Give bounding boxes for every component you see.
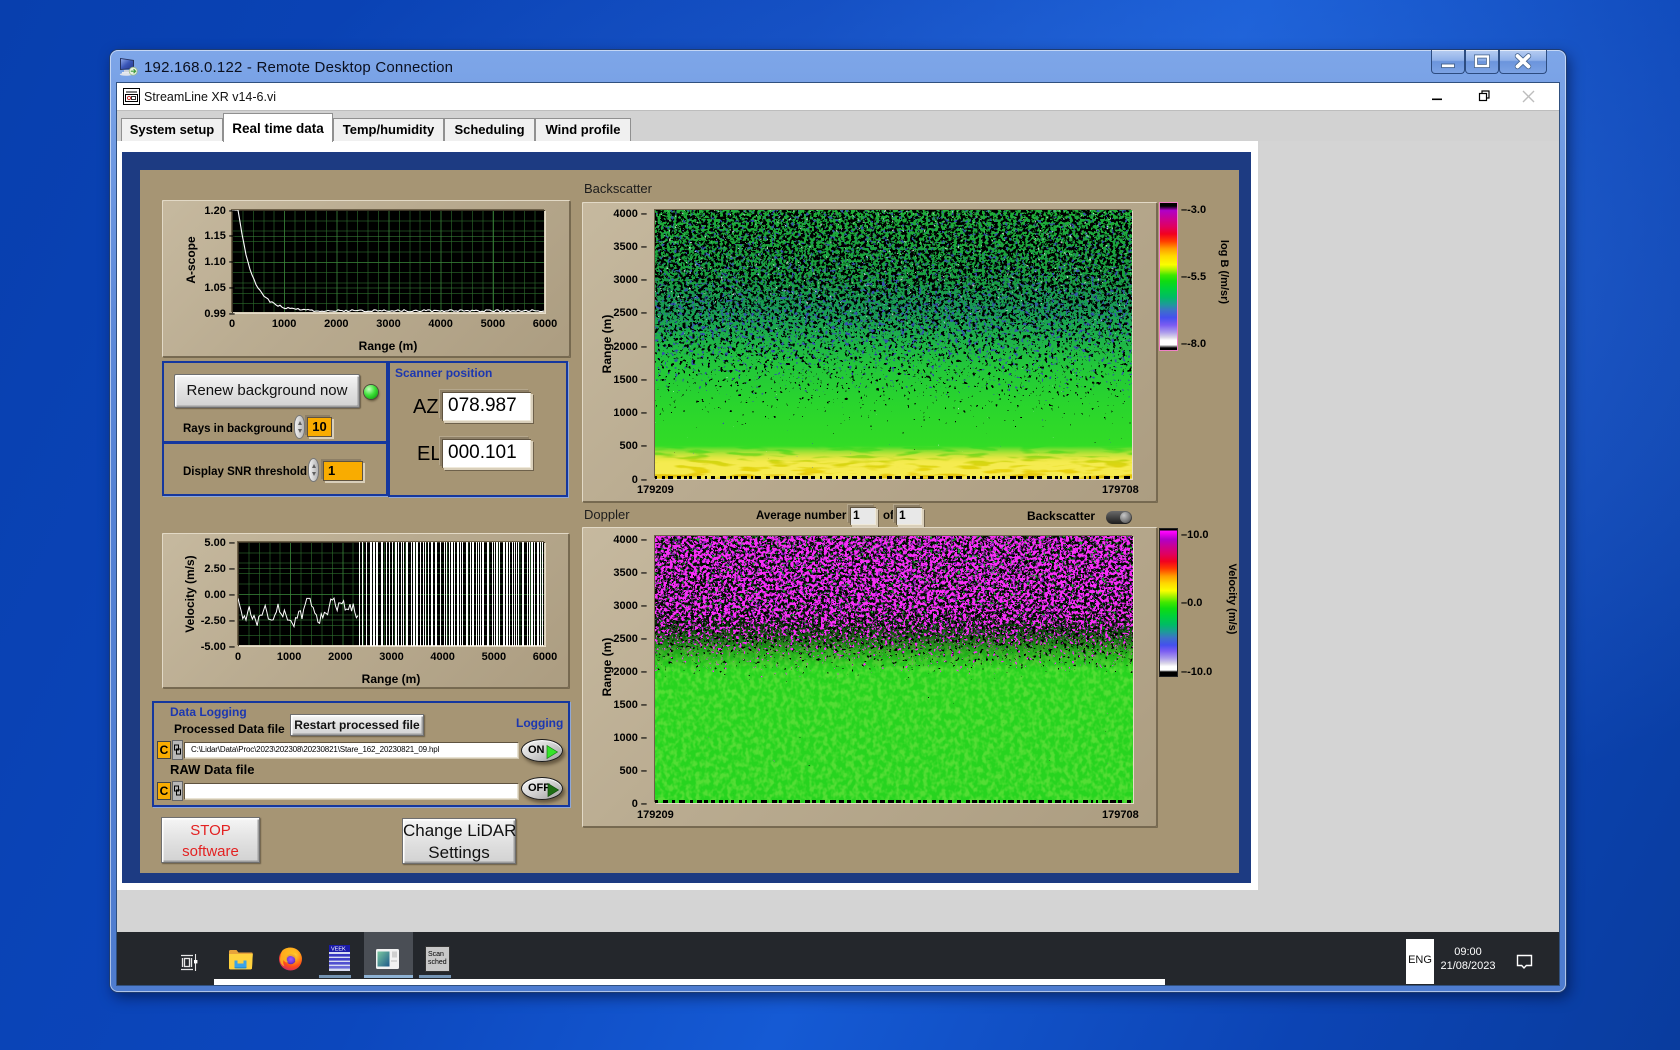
svg-text:VEEK: VEEK (331, 947, 346, 953)
